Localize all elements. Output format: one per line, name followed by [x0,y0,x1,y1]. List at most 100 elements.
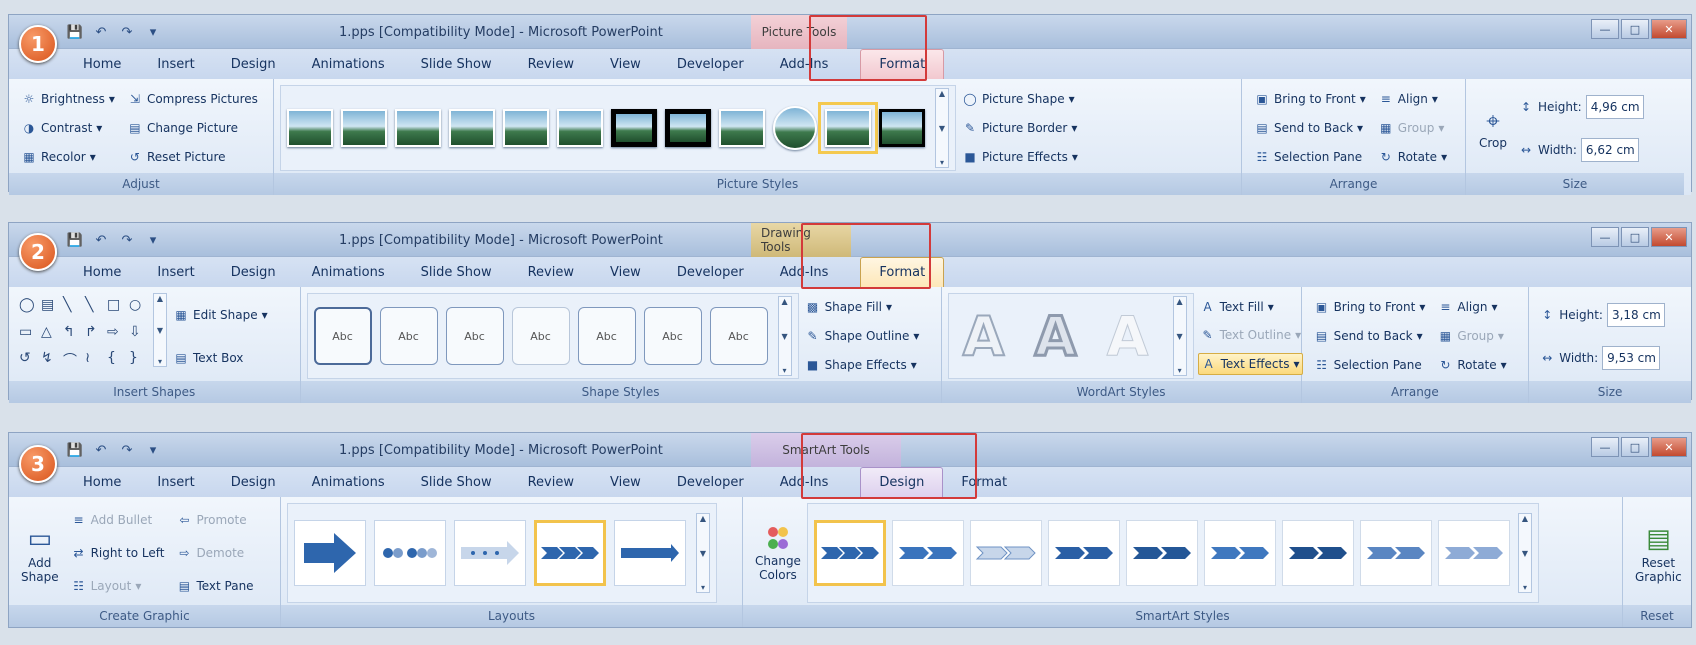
maximize-icon[interactable]: □ [1621,437,1649,457]
picture-style-thumb[interactable] [503,109,549,147]
shape-icon[interactable]: ○ [129,297,147,318]
layout-button[interactable]: ☷ Layout ▾ [69,576,167,596]
tab-insert[interactable]: Insert [139,468,212,497]
rotate-button[interactable]: ↻ Rotate ▾ [1376,147,1449,167]
picture-style-thumb[interactable] [341,109,387,147]
reset-graphic-button[interactable]: ▤ Reset Graphic [1629,503,1688,603]
align-button[interactable]: ≡ Align ▾ [1376,89,1449,109]
layout-thumb-block-arrow[interactable] [294,520,366,586]
shape-icon[interactable]: ╲ [63,297,81,318]
smartart-style-thumb-selected[interactable] [813,520,886,586]
brightness-button[interactable]: ☼ Brightness ▾ [19,89,117,109]
tab-review[interactable]: Review [510,50,592,79]
shape-style-thumb[interactable]: Abc [379,307,438,365]
close-icon[interactable]: ✕ [1651,19,1687,39]
shape-style-thumb[interactable]: Abc [709,307,768,365]
picture-style-thumb[interactable] [611,109,657,147]
shape-style-thumb[interactable]: Abc [577,307,636,365]
recolor-button[interactable]: ▦ Recolor ▾ [19,147,117,167]
save-icon[interactable]: 💾 [65,22,85,42]
bring-to-front-button[interactable]: ▣ Bring to Front ▾ [1252,89,1368,109]
redo-icon[interactable]: ↷ [117,22,137,42]
maximize-icon[interactable]: □ [1621,19,1649,39]
more-icon[interactable]: ▾ [701,583,705,592]
picture-style-thumb[interactable] [395,109,441,147]
shape-effects-button[interactable]: ■ Shape Effects ▾ [803,355,922,375]
shape-style-thumb[interactable]: Abc [313,307,372,365]
rotate-button[interactable]: ↻ Rotate ▾ [1435,355,1508,375]
gallery-scrollbar[interactable]: ▲ ▼ ▾ [777,296,792,376]
maximize-icon[interactable]: □ [1621,227,1649,247]
selection-pane-button[interactable]: ☷ Selection Pane [1252,147,1368,167]
text-box-button[interactable]: ▤ Text Box [171,348,270,368]
add-shape-button[interactable]: ▭ Add Shape [15,503,65,603]
tab-view[interactable]: View [592,50,659,79]
smartart-style-thumb[interactable] [1437,520,1510,586]
text-outline-button[interactable]: ✎ Text Outline ▾ [1198,325,1304,345]
shape-icon[interactable]: ▭ [19,324,37,345]
change-picture-button[interactable]: ▤ Change Picture [125,118,260,138]
scroll-up-icon[interactable]: ▲ [700,514,706,523]
undo-icon[interactable]: ↶ [91,440,111,460]
scroll-up-icon[interactable]: ▲ [781,297,787,306]
minimize-icon[interactable]: — [1591,19,1619,39]
undo-icon[interactable]: ↶ [91,22,111,42]
change-colors-button[interactable]: Change Colors [749,503,807,603]
demote-button[interactable]: ⇨ Demote [174,543,255,563]
align-button[interactable]: ≡ Align ▾ [1435,297,1508,317]
shape-icon[interactable]: □ [107,297,125,318]
tab-design[interactable]: Design [213,468,294,497]
close-icon[interactable]: ✕ [1651,227,1687,247]
tab-view[interactable]: View [592,468,659,497]
scroll-up-icon[interactable]: ▲ [157,294,163,303]
text-pane-button[interactable]: ▤ Text Pane [174,576,255,596]
picture-style-thumb[interactable] [719,109,765,147]
compress-pictures-button[interactable]: ⇲ Compress Pictures [125,89,260,109]
scroll-up-icon[interactable]: ▲ [1177,297,1183,306]
tab-home[interactable]: Home [65,258,139,287]
picture-style-thumb[interactable] [449,109,495,147]
shape-style-thumb[interactable]: Abc [511,307,570,365]
gallery-scrollbar[interactable]: ▲ ▼ ▾ [153,293,167,367]
bring-to-front-button[interactable]: ▣ Bring to Front ▾ [1312,297,1428,317]
scroll-down-icon[interactable]: ▼ [1522,549,1528,558]
tab-animations[interactable]: Animations [294,258,403,287]
shape-icon[interactable]: ⌒ [63,350,81,375]
save-icon[interactable]: 💾 [65,440,85,460]
smartart-style-thumb[interactable] [1281,520,1354,586]
shape-icon[interactable]: ↯ [41,350,59,375]
reset-picture-button[interactable]: ↺ Reset Picture [125,147,260,167]
gallery-scrollbar[interactable]: ▲ ▼ ▾ [935,88,949,168]
close-icon[interactable]: ✕ [1651,437,1687,457]
picture-effects-button[interactable]: ■ Picture Effects ▾ [960,147,1080,167]
send-to-back-button[interactable]: ▤ Send to Back ▾ [1312,326,1428,346]
width-input[interactable] [1580,137,1639,162]
picture-shape-button[interactable]: ◯ Picture Shape ▾ [960,89,1080,109]
height-input[interactable] [1585,94,1644,119]
picture-style-thumb[interactable] [773,106,817,150]
shape-icon[interactable]: ↰ [63,324,81,345]
layout-thumb-chevrons-selected[interactable] [534,520,606,586]
more-icon[interactable]: ▾ [1178,366,1182,375]
text-effects-button[interactable]: A Text Effects ▾ [1197,353,1304,375]
group-button[interactable]: ▦ Group ▾ [1376,118,1449,138]
tab-review[interactable]: Review [510,258,592,287]
tab-design[interactable]: Design [213,50,294,79]
shape-icon[interactable]: { [107,350,125,375]
shape-style-thumb[interactable]: Abc [445,307,504,365]
tab-home[interactable]: Home [65,50,139,79]
shape-icon[interactable]: ↺ [19,350,37,375]
redo-icon[interactable]: ↷ [117,230,137,250]
layout-thumb-arrow-bar[interactable] [614,520,686,586]
right-to-left-button[interactable]: ⇄ Right to Left [69,543,167,563]
height-input[interactable] [1606,302,1665,327]
contrast-button[interactable]: ◑ Contrast ▾ [19,118,117,138]
tab-developer[interactable]: Developer [659,258,762,287]
picture-style-thumb-selected[interactable] [818,102,878,154]
group-button[interactable]: ▦ Group ▾ [1435,326,1508,346]
more-icon[interactable]: ▾ [940,158,944,167]
save-icon[interactable]: 💾 [65,230,85,250]
smartart-style-thumb[interactable] [1125,520,1198,586]
tab-insert[interactable]: Insert [139,50,212,79]
add-bullet-button[interactable]: ≡ Add Bullet [69,510,167,530]
